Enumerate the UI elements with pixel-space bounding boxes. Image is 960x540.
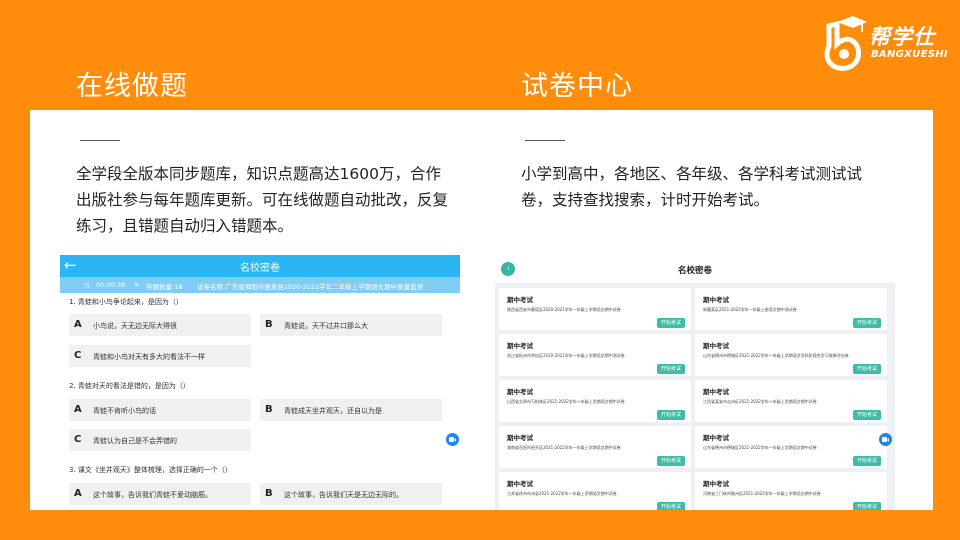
right-divider bbox=[525, 140, 565, 141]
logo-mark-icon bbox=[824, 16, 867, 71]
brand-logo: 帮学仕 BANGXUESHI bbox=[823, 16, 948, 74]
paper-card[interactable]: 期中考试 新疆某区2021-2022学年一年级上册语文期中测试卷 开始考试 bbox=[695, 288, 887, 330]
quiz-header: ← 名校密卷 bbox=[60, 255, 460, 277]
quiz-paper-name: 试卷名称:广东省揭阳市惠来县2020-2021学年二年级上学期语文期中质量监测 bbox=[197, 283, 424, 291]
start-exam-button[interactable]: 开始考试 bbox=[657, 318, 685, 328]
section-title-online-practice: 在线做题 bbox=[76, 71, 188, 102]
option-b[interactable]: B 这个故事，告诉我们天是无边无际的。 bbox=[260, 483, 442, 505]
option-a[interactable]: A 小鸟说，天无边无际大得很 bbox=[69, 314, 251, 336]
option-a[interactable]: A 这个故事，告诉我们青蛙不爱动脑筋。 bbox=[69, 483, 251, 505]
quiz-screenshot: ← 名校密卷 ◷ 00:00:38 ✎ 答题数量:18 试卷名称:广东省揭阳市惠… bbox=[60, 255, 460, 510]
exam-center-description: 小学到高中，各地区、各年级、各学科考试测试试卷，支持查找搜索，计时开始考试。 bbox=[521, 165, 863, 209]
paper-card[interactable]: 期中考试 山东省德州市德城区2021-2022学年一年级上学期语文学科阶段性学习效… bbox=[695, 334, 887, 376]
video-camera-icon[interactable] bbox=[879, 433, 892, 446]
start-exam-button[interactable]: 开始考试 bbox=[853, 318, 881, 328]
question-title: 3. 课文《坐井观天》整体梳理，选择正确的一个（） bbox=[69, 466, 232, 474]
start-exam-button[interactable]: 开始考试 bbox=[853, 410, 881, 420]
quiz-header-title: 名校密卷 bbox=[240, 263, 280, 274]
paper-card[interactable]: 期中考试 山东省德州市德城区2021-2022学年一年级上学期语文期中试卷 开始考试 bbox=[695, 426, 887, 468]
paper-card[interactable]: 期中考试 河南省三门峡市陕州区2021-2022学年一年级上学期语文期中试卷 开始考… bbox=[695, 472, 887, 510]
question-title: 2. 青蛙对天的看法是错的，是因为（） bbox=[69, 382, 190, 390]
section-title-exam-center: 试卷中心 bbox=[521, 71, 633, 102]
papers-header-title: 名校密卷 bbox=[677, 266, 712, 276]
answer-icon: ✎ bbox=[134, 281, 140, 289]
option-b[interactable]: B 青蛙说，天不过井口那么大 bbox=[260, 314, 442, 336]
quiz-answer-count: 答题数量:18 bbox=[146, 283, 183, 291]
start-exam-button[interactable]: 开始考试 bbox=[657, 502, 685, 510]
start-exam-button[interactable]: 开始考试 bbox=[853, 364, 881, 374]
video-camera-icon[interactable] bbox=[446, 433, 459, 446]
paper-card[interactable]: 期中考试 江西省某安市吉州区2021-2022学年一年级上学期语文期中试卷 开始考试 bbox=[695, 380, 887, 422]
question-title: 1. 青蛙和小鸟争论起来，是因为（） bbox=[69, 298, 183, 306]
online-practice-description: 全学段全版本同步题库，知识点题高达1600万，合作出版社参与每年题库更新。可在线… bbox=[76, 165, 449, 235]
option-c[interactable]: C 青蛙和小鸟对天有多大的看法不一样 bbox=[69, 345, 251, 367]
left-divider bbox=[80, 140, 120, 141]
start-exam-button[interactable]: 开始考试 bbox=[853, 456, 881, 466]
paper-card[interactable]: 期中考试 山西省太原市万柏林区2021-2022学年一年级上学期语文期中试卷 开始考… bbox=[499, 380, 691, 422]
clock-icon: ◷ bbox=[84, 281, 90, 289]
start-exam-button[interactable]: 开始考试 bbox=[657, 410, 685, 420]
paper-card[interactable]: 期中考试 湖南省岳阳市经开区2021-2022学年一年级上学期语文期中试卷 开始考试 bbox=[499, 426, 691, 468]
paper-card[interactable]: 期中考试 陕西省西安市雁塔区2020-2021学年一年级上学期语文期中试卷 开始考试 bbox=[499, 288, 691, 330]
quiz-timer: 00:00:38 bbox=[96, 281, 126, 289]
papers-header: ‹ 名校密卷 bbox=[495, 255, 895, 283]
start-exam-button[interactable]: 开始考试 bbox=[657, 456, 685, 466]
exam-papers-screenshot: ‹ 名校密卷 期中考试 陕西省西安市雁塔区2020-2021学年一年级上学期语文期… bbox=[495, 255, 895, 510]
start-exam-button[interactable]: 开始考试 bbox=[657, 364, 685, 374]
paper-card[interactable]: 期中考试 江苏省徐州市沛县2021-2022学年一年级上学期语文期中试卷 开始考试 bbox=[499, 472, 691, 510]
option-b[interactable]: B 青蛙成天坐井观天，还自以为是 bbox=[260, 399, 442, 421]
start-exam-button[interactable]: 开始考试 bbox=[853, 502, 881, 510]
option-a[interactable]: A 青蛙不肯听小鸟的话 bbox=[69, 399, 251, 421]
paper-card[interactable]: 期中考试 浙江省杭州市余杭区2020-2021学年一年级上学期语文期中测试卷 开始考… bbox=[499, 334, 691, 376]
logo-chinese-text: 帮学仕 bbox=[869, 25, 935, 49]
quiz-info-bar: ◷ 00:00:38 ✎ 答题数量:18 试卷名称:广东省揭阳市惠来县2020-… bbox=[60, 277, 460, 293]
logo-english-text: BANGXUESHI bbox=[871, 49, 948, 60]
option-c[interactable]: C 青蛙认为自己是不会弄错的 bbox=[69, 429, 251, 451]
